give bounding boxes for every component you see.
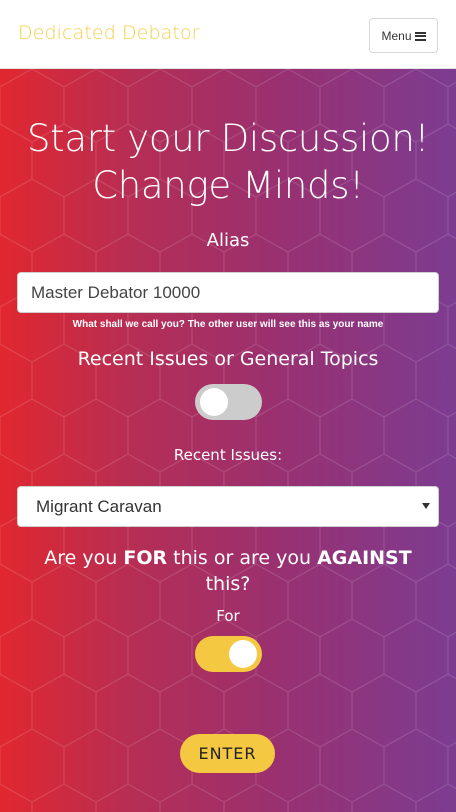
alias-help-text: What shall we call you? The other user w… (72, 319, 384, 330)
stance-text: Are you (44, 547, 124, 569)
stance-question: Are you FOR this or are you AGAINST this… (0, 545, 456, 597)
navbar: Dedicated Debator Menu (0, 0, 456, 69)
toggle-knob (229, 640, 257, 668)
stance-against-word: AGAINST (317, 547, 412, 569)
stance-value-label: For (216, 607, 240, 625)
stance-for-word: FOR (123, 547, 168, 569)
stance-text: this or are you (167, 547, 318, 569)
topic-toggle-label: Recent Issues or General Topics (77, 348, 379, 370)
dropdown-caret-icon (422, 503, 430, 509)
title-line-2: Change Minds! (92, 164, 364, 207)
title-line-1: Start your Discussion! (26, 117, 430, 160)
stance-text: this? (205, 573, 251, 595)
start-discussion-form: Start your Discussion! Change Minds! Ali… (0, 69, 456, 812)
topic-type-toggle[interactable] (195, 384, 262, 420)
hero-section: Start your Discussion! Change Minds! Ali… (0, 69, 456, 812)
stance-toggle[interactable] (195, 636, 262, 672)
brand-logo[interactable]: Dedicated Debator (18, 22, 200, 44)
recent-issues-label: Recent Issues: (173, 446, 283, 464)
alias-label: Alias (206, 230, 250, 251)
menu-label: Menu (381, 28, 412, 43)
menu-button[interactable]: Menu (369, 18, 438, 53)
hamburger-icon (414, 31, 426, 41)
enter-button[interactable]: ENTER (180, 734, 275, 773)
page-title: Start your Discussion! Change Minds! (0, 115, 456, 209)
toggle-knob (200, 388, 228, 416)
alias-input[interactable] (17, 272, 439, 313)
recent-issues-select[interactable]: Migrant Caravan (17, 486, 439, 527)
selected-issue: Migrant Caravan (36, 496, 162, 516)
